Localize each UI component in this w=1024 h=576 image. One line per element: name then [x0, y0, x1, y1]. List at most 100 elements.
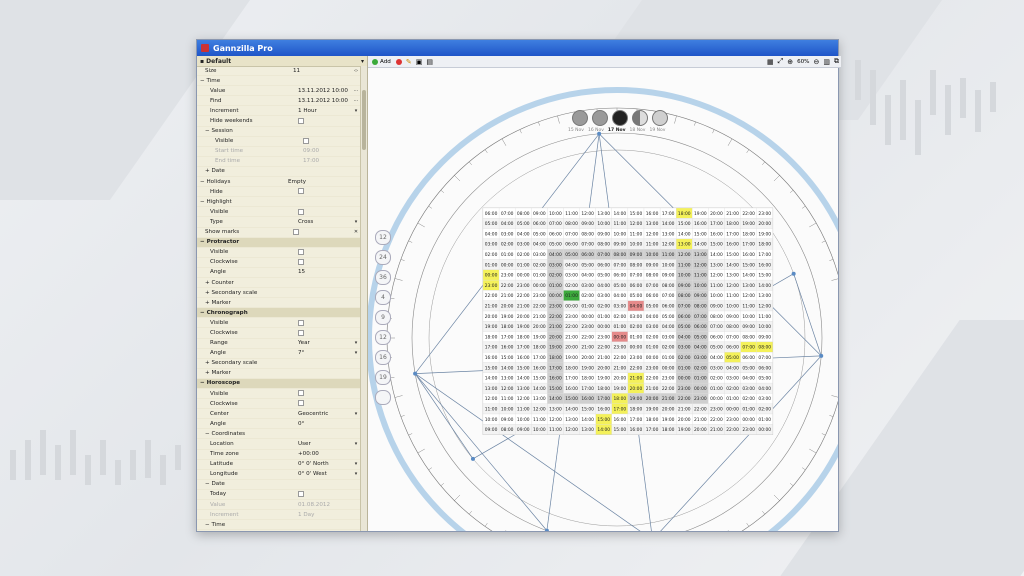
- property-row[interactable]: Longitude 0° 0' West ▾: [197, 470, 361, 480]
- zoom-level[interactable]: 60%: [797, 59, 809, 65]
- property-row[interactable]: Range Year ▾: [197, 339, 361, 349]
- property-value[interactable]: 7°: [296, 350, 351, 356]
- checkbox[interactable]: [298, 400, 304, 407]
- checkbox[interactable]: [298, 208, 304, 215]
- property-value[interactable]: 1 Hour: [296, 108, 351, 114]
- property-row[interactable]: Visible: [197, 389, 361, 400]
- checkbox[interactable]: [298, 259, 304, 266]
- delete-icon[interactable]: [395, 58, 402, 65]
- property-row[interactable]: Show marks ✕: [197, 228, 361, 238]
- property-value[interactable]: [296, 208, 351, 216]
- property-row[interactable]: Increment 1 Hour ▾: [197, 106, 361, 117]
- property-row[interactable]: − Protractor: [197, 237, 361, 248]
- export-icon[interactable]: ⧉: [834, 57, 841, 66]
- checkbox[interactable]: [298, 329, 304, 336]
- dropdown-arrow-icon[interactable]: ▾: [361, 58, 364, 65]
- property-row[interactable]: − Time: [197, 520, 361, 531]
- property-row[interactable]: − Date: [197, 480, 361, 490]
- property-row[interactable]: Visible: [197, 318, 361, 329]
- property-row[interactable]: Center Geocentric ▾: [197, 409, 361, 420]
- property-row[interactable]: Type Cross ▾: [197, 217, 361, 228]
- moon-phase-icon[interactable]: [652, 110, 668, 126]
- property-value[interactable]: 13.11.2012 10:00: [296, 88, 351, 94]
- property-row[interactable]: + Marker: [197, 298, 361, 309]
- property-row[interactable]: Time zone +00:00: [197, 450, 361, 460]
- property-row[interactable]: − Session: [197, 127, 361, 137]
- zoom-out-icon[interactable]: ⊖: [814, 58, 820, 66]
- property-value[interactable]: 09:00: [301, 148, 351, 154]
- checkbox[interactable]: [303, 137, 309, 144]
- cycle-button[interactable]: 16: [375, 350, 391, 365]
- property-row[interactable]: Hide: [197, 187, 361, 198]
- property-value[interactable]: 15: [296, 269, 351, 275]
- property-value[interactable]: [296, 491, 351, 498]
- grid-view-icon[interactable]: ▥: [823, 58, 830, 66]
- property-value[interactable]: 17:00: [301, 158, 351, 164]
- property-value[interactable]: Empty: [286, 179, 351, 185]
- property-value[interactable]: 0° 0' North: [296, 461, 351, 467]
- property-row[interactable]: Visible: [197, 137, 361, 147]
- property-row[interactable]: − Highlight: [197, 197, 361, 208]
- checkbox[interactable]: [298, 248, 304, 255]
- checkbox[interactable]: [293, 228, 299, 235]
- property-value[interactable]: [296, 259, 351, 266]
- property-row[interactable]: Angle 15: [197, 268, 361, 278]
- property-row[interactable]: Clockwise: [197, 258, 361, 268]
- property-row[interactable]: Visible: [197, 248, 361, 258]
- property-value[interactable]: [296, 117, 351, 125]
- property-value[interactable]: 0°: [296, 421, 351, 427]
- property-value[interactable]: [296, 390, 351, 397]
- property-value[interactable]: [301, 137, 351, 145]
- property-row[interactable]: Clockwise: [197, 328, 361, 339]
- cycle-button[interactable]: 9: [375, 310, 391, 325]
- moon-phase-icon[interactable]: [632, 110, 648, 126]
- checkbox[interactable]: [298, 188, 304, 195]
- add-button[interactable]: Add: [371, 57, 392, 66]
- cycle-button[interactable]: 36: [375, 270, 391, 285]
- moon-phase-icon[interactable]: [592, 110, 608, 126]
- property-row[interactable]: Start time 09:00: [197, 147, 361, 157]
- zoom-in-icon[interactable]: ⊕: [787, 58, 793, 66]
- cycle-button[interactable]: 12: [375, 330, 391, 345]
- property-value[interactable]: [296, 248, 351, 256]
- property-row[interactable]: Today: [197, 490, 361, 501]
- property-value[interactable]: 11: [291, 68, 351, 74]
- property-row[interactable]: − Coordinates: [197, 429, 361, 440]
- property-row[interactable]: + Date: [197, 167, 361, 178]
- property-row[interactable]: Angle 0°: [197, 419, 361, 430]
- property-row[interactable]: End time 17:00: [197, 157, 361, 167]
- checkbox[interactable]: [298, 390, 304, 397]
- property-value[interactable]: [296, 319, 351, 327]
- property-value[interactable]: 13.11.2012 10:00: [296, 98, 351, 104]
- property-row[interactable]: + Secondary scale: [197, 359, 361, 369]
- cycle-button[interactable]: 12: [375, 230, 391, 245]
- cycle-button[interactable]: 19: [375, 370, 391, 385]
- property-value[interactable]: Year: [296, 340, 351, 346]
- property-value[interactable]: 0° 0' West: [296, 471, 351, 477]
- property-value[interactable]: User: [296, 441, 351, 447]
- properties-scrollbar[interactable]: [360, 66, 367, 531]
- property-value[interactable]: [296, 400, 351, 407]
- property-value[interactable]: [291, 228, 351, 236]
- property-row[interactable]: − Time: [197, 76, 361, 87]
- property-row[interactable]: + Marker: [197, 369, 361, 379]
- property-row[interactable]: Hide weekends: [197, 116, 361, 127]
- property-row[interactable]: Size 11 ‹›: [197, 66, 361, 77]
- property-value[interactable]: Cross: [296, 219, 351, 225]
- property-value[interactable]: [296, 329, 351, 337]
- property-row[interactable]: Value 01.08.2012: [197, 500, 361, 511]
- property-value[interactable]: 01.08.2012: [296, 502, 351, 508]
- property-row[interactable]: + Secondary scale: [197, 288, 361, 299]
- property-value[interactable]: [296, 188, 351, 195]
- property-row[interactable]: − Chronograph: [197, 308, 361, 319]
- property-row[interactable]: Location User ▾: [197, 439, 361, 450]
- property-row[interactable]: − Holidays Empty: [197, 177, 361, 188]
- new-moon-icon[interactable]: [612, 110, 628, 126]
- property-value[interactable]: +00:00: [296, 451, 351, 457]
- property-row[interactable]: Clockwise: [197, 399, 361, 410]
- property-row[interactable]: Latitude 0° 0' North ▾: [197, 460, 361, 470]
- print-icon[interactable]: ▤: [426, 58, 433, 66]
- layout-icon[interactable]: ▦: [767, 58, 774, 66]
- scroll-thumb[interactable]: [362, 90, 366, 150]
- property-value[interactable]: Geocentric: [296, 411, 351, 417]
